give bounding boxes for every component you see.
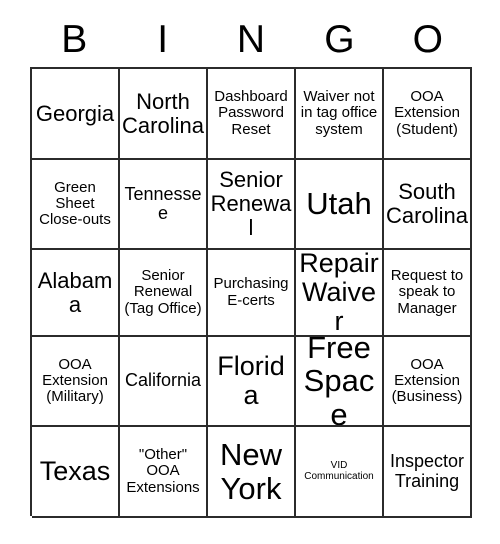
bingo-cell-label: South Carolina <box>386 179 468 228</box>
bingo-cell[interactable]: Green Sheet Close-outs <box>32 160 120 250</box>
bingo-cell-label: Green Sheet Close-outs <box>39 178 111 229</box>
bingo-cell[interactable]: Request to speak to Manager <box>384 250 472 337</box>
bingo-cell[interactable]: VID Communication <box>296 427 384 518</box>
bingo-cell[interactable]: Repair Waiver <box>296 250 384 337</box>
bingo-cell-label: New York <box>219 437 282 506</box>
bingo-cell-label: OOA Extension (Student) <box>394 88 460 138</box>
bingo-cell-label: California <box>124 370 202 391</box>
bingo-cell[interactable]: Utah <box>296 160 384 250</box>
bingo-header-letter-g: G <box>324 17 355 61</box>
bingo-header-letter-n: N <box>236 17 266 61</box>
bingo-cell-label: Free Space <box>303 337 375 427</box>
bingo-cell[interactable]: Waiver not in tag office system <box>296 69 384 160</box>
bingo-cell-label: VID Communication <box>304 459 374 482</box>
bingo-cell-label: OOA Extension (Business) <box>391 355 463 406</box>
bingo-cell-label: Senior Renewal (Tag Office) <box>124 267 202 317</box>
bingo-cell[interactable]: North Carolina <box>120 69 208 160</box>
bingo-cell[interactable]: "Other" OOA Extensions <box>120 427 208 518</box>
bingo-cell[interactable]: Georgia <box>32 69 120 160</box>
bingo-cell[interactable]: Purchasing E-certs <box>208 250 296 337</box>
bingo-cell-label: Inspector Training <box>389 451 465 491</box>
bingo-cell[interactable]: Florida <box>208 337 296 427</box>
bingo-cell-label: Dashboard Password Reset <box>214 88 288 138</box>
bingo-cell-label: Texas <box>39 455 111 486</box>
bingo-cell-label: Florida <box>217 350 285 410</box>
bingo-cell[interactable]: Dashboard Password Reset <box>208 69 296 160</box>
bingo-cell-label: Tennessee <box>124 183 202 223</box>
bingo-cell[interactable]: Tennessee <box>120 160 208 250</box>
bingo-cell[interactable]: Senior Renewal <box>208 160 296 250</box>
bingo-card: B I N G O Georgia North Carolina Dashboard… <box>0 0 500 544</box>
bingo-cell-label: Request to speak to Manager <box>390 267 464 317</box>
bingo-header-letter-i: I <box>157 17 169 61</box>
bingo-cell-label: Alabama <box>37 267 113 317</box>
bingo-cell-label: North Carolina <box>122 88 204 138</box>
bingo-cell-label: Senior Renewal <box>210 167 292 240</box>
bingo-cell-label: "Other" OOA Extensions <box>126 446 200 496</box>
bingo-cell-label: Utah <box>306 186 372 222</box>
bingo-cell[interactable]: California <box>120 337 208 427</box>
bingo-header-letter-o: O <box>412 17 443 61</box>
bingo-cell-label: OOA Extension (Military) <box>42 355 108 406</box>
bingo-cell[interactable]: OOA Extension (Student) <box>384 69 472 160</box>
bingo-cell[interactable]: Alabama <box>32 250 120 337</box>
bingo-cell-label: Georgia <box>35 100 115 126</box>
bingo-header-letter-b: B <box>61 17 88 61</box>
bingo-cell[interactable]: South Carolina <box>384 160 472 250</box>
bingo-cell-label: Repair Waiver <box>299 250 379 337</box>
bingo-cell[interactable]: Senior Renewal (Tag Office) <box>120 250 208 337</box>
bingo-cell[interactable]: OOA Extension (Military) <box>32 337 120 427</box>
bingo-cell[interactable]: New York <box>208 427 296 518</box>
bingo-cell-label: Waiver not in tag office system <box>300 88 378 138</box>
bingo-cell[interactable]: OOA Extension (Business) <box>384 337 472 427</box>
bingo-grid: Georgia North Carolina Dashboard Password … <box>30 67 472 518</box>
bingo-header-row: B I N G O <box>30 14 472 64</box>
bingo-cell-label: Purchasing E-certs <box>213 275 289 309</box>
bingo-cell-free-space[interactable]: Free Space <box>296 337 384 427</box>
bingo-cell[interactable]: Texas <box>32 427 120 518</box>
bingo-cell[interactable]: Inspector Training <box>384 427 472 518</box>
